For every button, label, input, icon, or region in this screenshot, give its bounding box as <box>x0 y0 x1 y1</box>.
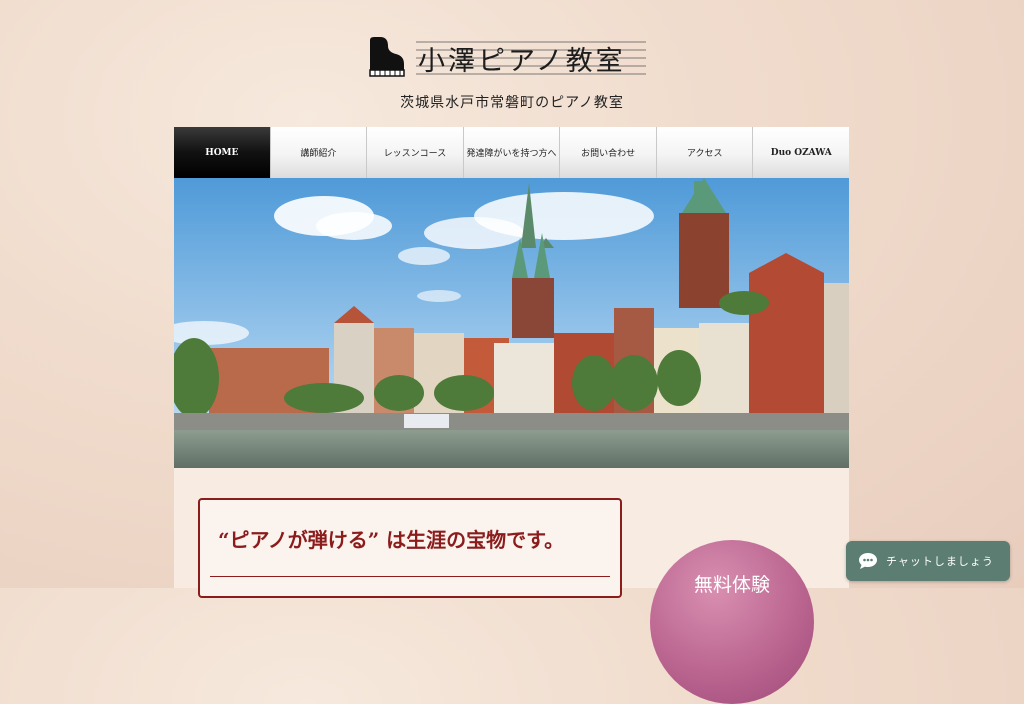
nav-item-developmental[interactable]: 発達障がいを持つ方へ <box>463 127 561 178</box>
main-content: “ピアノが弾ける” は生涯の宝物です。 無料体験 <box>174 468 849 704</box>
chat-bubble-icon <box>859 553 877 569</box>
chat-button[interactable]: チャットしましょう <box>846 541 1010 581</box>
grand-piano-icon <box>369 37 405 77</box>
main-nav: HOME 講師紹介 レッスンコース 発達障がいを持つ方へ お問い合わせ アクセス… <box>174 127 850 178</box>
nav-item-lesson-course[interactable]: レッスンコース <box>367 127 464 178</box>
site-logo[interactable]: 小澤ピアノ教室 <box>366 36 648 82</box>
nav-item-access[interactable]: アクセス <box>656 127 754 178</box>
logo-text: 小澤ピアノ教室 <box>418 46 626 77</box>
free-trial-label: 無料体験 <box>693 574 770 596</box>
chat-label: チャットしましょう <box>886 556 994 568</box>
site-header: 小澤ピアノ教室 茨城県水戸市常磐町のピアノ教室 <box>0 0 1024 125</box>
free-trial-button[interactable]: 無料体験 <box>650 540 814 704</box>
headline-box: “ピアノが弾ける” は生涯の宝物です。 <box>198 498 622 598</box>
hero-cityscape <box>174 178 849 468</box>
nav-item-instructor[interactable]: 講師紹介 <box>270 127 368 178</box>
nav-item-contact[interactable]: お問い合わせ <box>560 127 657 178</box>
hero-image <box>174 178 849 468</box>
nav-item-duo-ozawa[interactable]: Duo OZAWA <box>753 127 850 178</box>
headline-divider <box>210 576 610 577</box>
page-headline: “ピアノが弾ける” は生涯の宝物です。 <box>218 528 565 552</box>
tagline: 茨城県水戸市常磐町のピアノ教室 <box>400 95 624 111</box>
nav-item-home[interactable]: HOME <box>174 127 271 178</box>
